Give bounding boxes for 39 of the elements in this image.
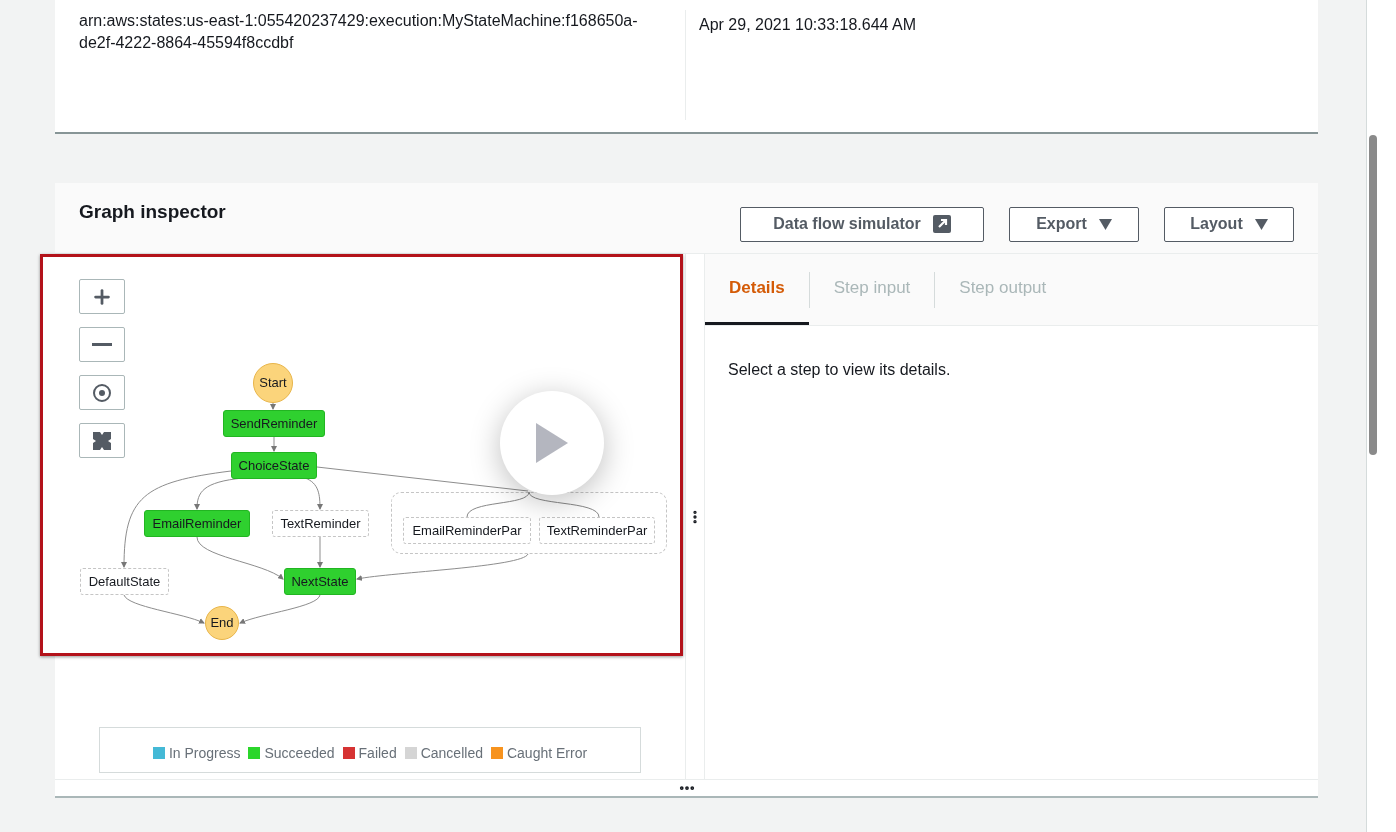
state-node[interactable]: DefaultState <box>80 568 169 595</box>
minus-icon <box>92 343 112 346</box>
legend-label: Cancelled <box>420 743 483 763</box>
legend-label: In Progress <box>168 743 241 763</box>
dropdown-button[interactable]: Layout <box>1164 206 1294 242</box>
zoom-in-button[interactable] <box>79 279 125 314</box>
state-node[interactable]: EmailReminderPar <box>403 517 531 544</box>
state-node[interactable]: SendReminder <box>223 410 325 437</box>
simulator-button[interactable]: Data flow simulator <box>740 206 984 242</box>
state-node[interactable]: EmailReminder <box>144 510 250 537</box>
state-node[interactable]: TextReminderPar <box>539 517 655 544</box>
legend-label: Caught Error <box>506 743 588 763</box>
parallel-group[interactable]: EmailReminderPar TextReminderPar <box>391 492 667 554</box>
details-message: Select a step to view its details. <box>727 360 952 380</box>
caret-down-icon <box>1098 218 1112 230</box>
execution-arn: arn:aws:states:us-east-1:055420237429:execution:MyStateMachine:f168650a-de2f-4222-8864-45594f8ccdbf <box>79 11 639 53</box>
connector-line <box>317 536 323 568</box>
terminal-node[interactable]: Start <box>253 363 293 403</box>
connector-line <box>270 402 276 410</box>
scrollbar-thumb[interactable] <box>1369 135 1377 455</box>
state-node[interactable]: TextReminder <box>272 510 369 537</box>
fit-icon <box>92 430 112 451</box>
legend-label: Succeeded <box>264 743 335 763</box>
fit-button[interactable] <box>79 423 125 458</box>
connector-line <box>271 436 277 452</box>
state-node[interactable]: NextState <box>284 568 356 595</box>
play-icon <box>536 423 568 463</box>
zoom-out-button[interactable] <box>79 327 125 362</box>
target-icon <box>92 382 112 403</box>
legend-label: Failed <box>358 743 397 763</box>
panel-title: Graph inspector <box>79 199 227 224</box>
center-button[interactable] <box>79 375 125 410</box>
external-link-icon <box>932 215 951 233</box>
end-time: Apr 29, 2021 10:33:18.644 AM <box>699 15 917 35</box>
state-node[interactable]: ChoiceState <box>231 452 317 479</box>
dropdown-button[interactable]: Export <box>1009 206 1139 242</box>
caret-down-icon <box>1254 218 1268 230</box>
tab[interactable]: Details <box>705 254 809 325</box>
terminal-node[interactable]: End <box>205 606 239 640</box>
